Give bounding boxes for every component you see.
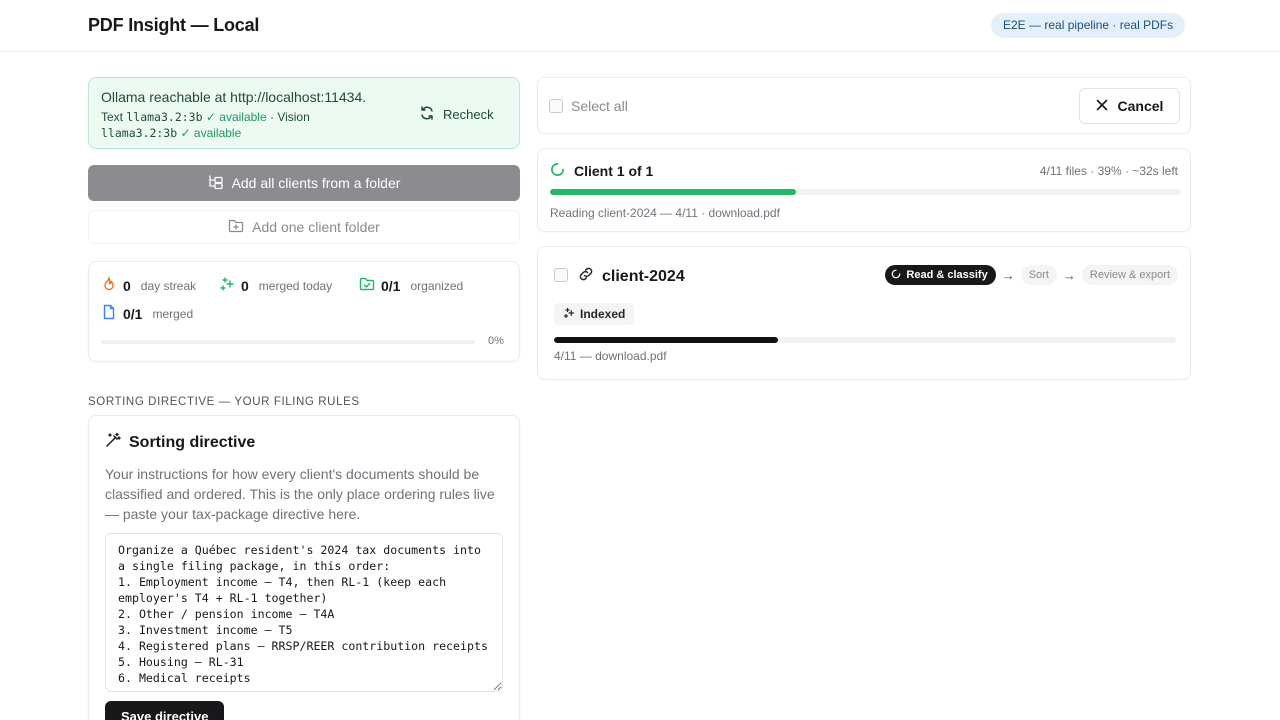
merged-today-stat: 0 merged today — [219, 276, 332, 295]
organized-value: 0/1 — [381, 277, 401, 294]
spinner-icon — [550, 162, 565, 180]
sparkle-icon — [563, 307, 575, 322]
select-all-label[interactable]: Select all — [571, 98, 628, 114]
arrow-right-icon: → — [1062, 267, 1076, 283]
folder-plus-icon — [228, 218, 244, 237]
client-card: client-2024 Read & classify → Sort → Rev… — [537, 246, 1191, 380]
client-name: client-2024 — [578, 266, 685, 287]
file-icon — [101, 304, 117, 323]
vision-model-prefix: · Vision — [269, 110, 310, 124]
step-read-classify: Read & classify — [885, 265, 996, 285]
batch-progress-status: Reading client-2024 — 4/11 · download.pd… — [550, 206, 780, 220]
batch-progress-track — [550, 189, 1180, 195]
folder-tree-icon — [208, 174, 224, 193]
stats-card: 0 day streak 0 merged today 0/1 organize… — [88, 261, 520, 362]
streak-stat: 0 day streak — [101, 276, 196, 295]
directive-card: Sorting directive Your instructions for … — [88, 415, 520, 720]
streak-value: 0 — [123, 277, 131, 294]
model-availability: Text llama3.2:3b ✓ available · Vision ll… — [101, 109, 401, 141]
recheck-button[interactable]: Recheck — [419, 102, 494, 126]
save-directive-button[interactable]: Save directive — [105, 701, 225, 720]
magic-wand-icon — [105, 432, 121, 453]
close-icon — [1096, 98, 1108, 114]
text-model-name: llama3.2:3b — [126, 110, 203, 124]
step-read-classify-label: Read & classify — [906, 269, 988, 281]
client-progress-status: 4/11 — download.pdf — [554, 349, 667, 363]
vision-model-name: llama3.2:3b — [101, 126, 178, 140]
cancel-label: Cancel — [1117, 98, 1164, 114]
organized-progress-bar — [101, 340, 475, 344]
batch-progress-title-text: Client 1 of 1 — [574, 163, 654, 179]
top-bar: PDF Insight — Local E2E — real pipeline … — [0, 0, 1280, 52]
client-progress-track — [554, 337, 1176, 343]
client-name-text: client-2024 — [602, 267, 685, 285]
batch-progress-card: Client 1 of 1 4/11 files · 39% · ~32s le… — [537, 148, 1191, 232]
merged-stat: 0/1 merged — [101, 304, 193, 323]
select-all-checkbox[interactable] — [549, 99, 563, 113]
batch-progress-fill — [550, 189, 796, 195]
app-title: PDF Insight — Local — [88, 15, 260, 35]
merged-today-label: merged today — [258, 278, 333, 293]
directive-title: Sorting directive — [105, 432, 255, 453]
arrow-right-icon: → — [1001, 267, 1015, 283]
pipeline-steps: Read & classify → Sort → Review & export — [885, 265, 1178, 285]
recheck-label: Recheck — [443, 106, 494, 122]
ollama-status-text: Ollama reachable at http://localhost:114… — [101, 89, 367, 105]
folder-check-icon — [359, 276, 375, 295]
organized-progress-percent: 0% — [488, 335, 504, 347]
directive-section-label: SORTING DIRECTIVE — YOUR FILING RULES — [88, 396, 360, 408]
link-icon — [578, 266, 594, 287]
selection-bar: Select all Cancel — [537, 77, 1191, 134]
sparkle-icon — [219, 276, 235, 295]
ollama-status-card: Ollama reachable at http://localhost:114… — [88, 77, 520, 149]
directive-title-text: Sorting directive — [129, 433, 256, 451]
add-one-client-label: Add one client folder — [252, 219, 380, 235]
client-progress-fill — [554, 337, 778, 343]
text-model-state: ✓ available — [205, 110, 267, 124]
merged-value: 0/1 — [123, 305, 143, 322]
merged-today-value: 0 — [241, 277, 249, 294]
batch-progress-title: Client 1 of 1 — [550, 162, 653, 180]
spinner-icon — [891, 269, 901, 282]
merged-label: merged — [152, 306, 194, 321]
step-sort: Sort — [1020, 265, 1057, 285]
flame-icon — [101, 276, 117, 295]
refresh-icon — [419, 105, 435, 124]
organized-label: organized — [410, 278, 464, 293]
client-checkbox[interactable] — [554, 268, 568, 282]
streak-label: day streak — [140, 278, 197, 293]
vision-model-state: ✓ available — [180, 126, 242, 140]
cancel-button[interactable]: Cancel — [1079, 88, 1180, 124]
add-all-clients-button[interactable]: Add all clients from a folder — [88, 165, 520, 201]
indexed-badge-label: Indexed — [580, 307, 626, 321]
batch-progress-meta: 4/11 files · 39% · ~32s left — [1039, 164, 1178, 178]
add-one-client-button[interactable]: Add one client folder — [88, 210, 520, 244]
text-model-prefix: Text — [101, 110, 124, 124]
organized-stat: 0/1 organized — [359, 276, 463, 295]
environment-badge: E2E — real pipeline · real PDFs — [991, 13, 1186, 38]
directive-textarea[interactable]: Organize a Québec resident's 2024 tax do… — [105, 533, 503, 692]
step-review-export: Review & export — [1081, 265, 1178, 285]
indexed-badge: Indexed — [554, 303, 635, 325]
directive-description: Your instructions for how every client's… — [105, 466, 495, 522]
add-all-clients-label: Add all clients from a folder — [231, 175, 401, 191]
